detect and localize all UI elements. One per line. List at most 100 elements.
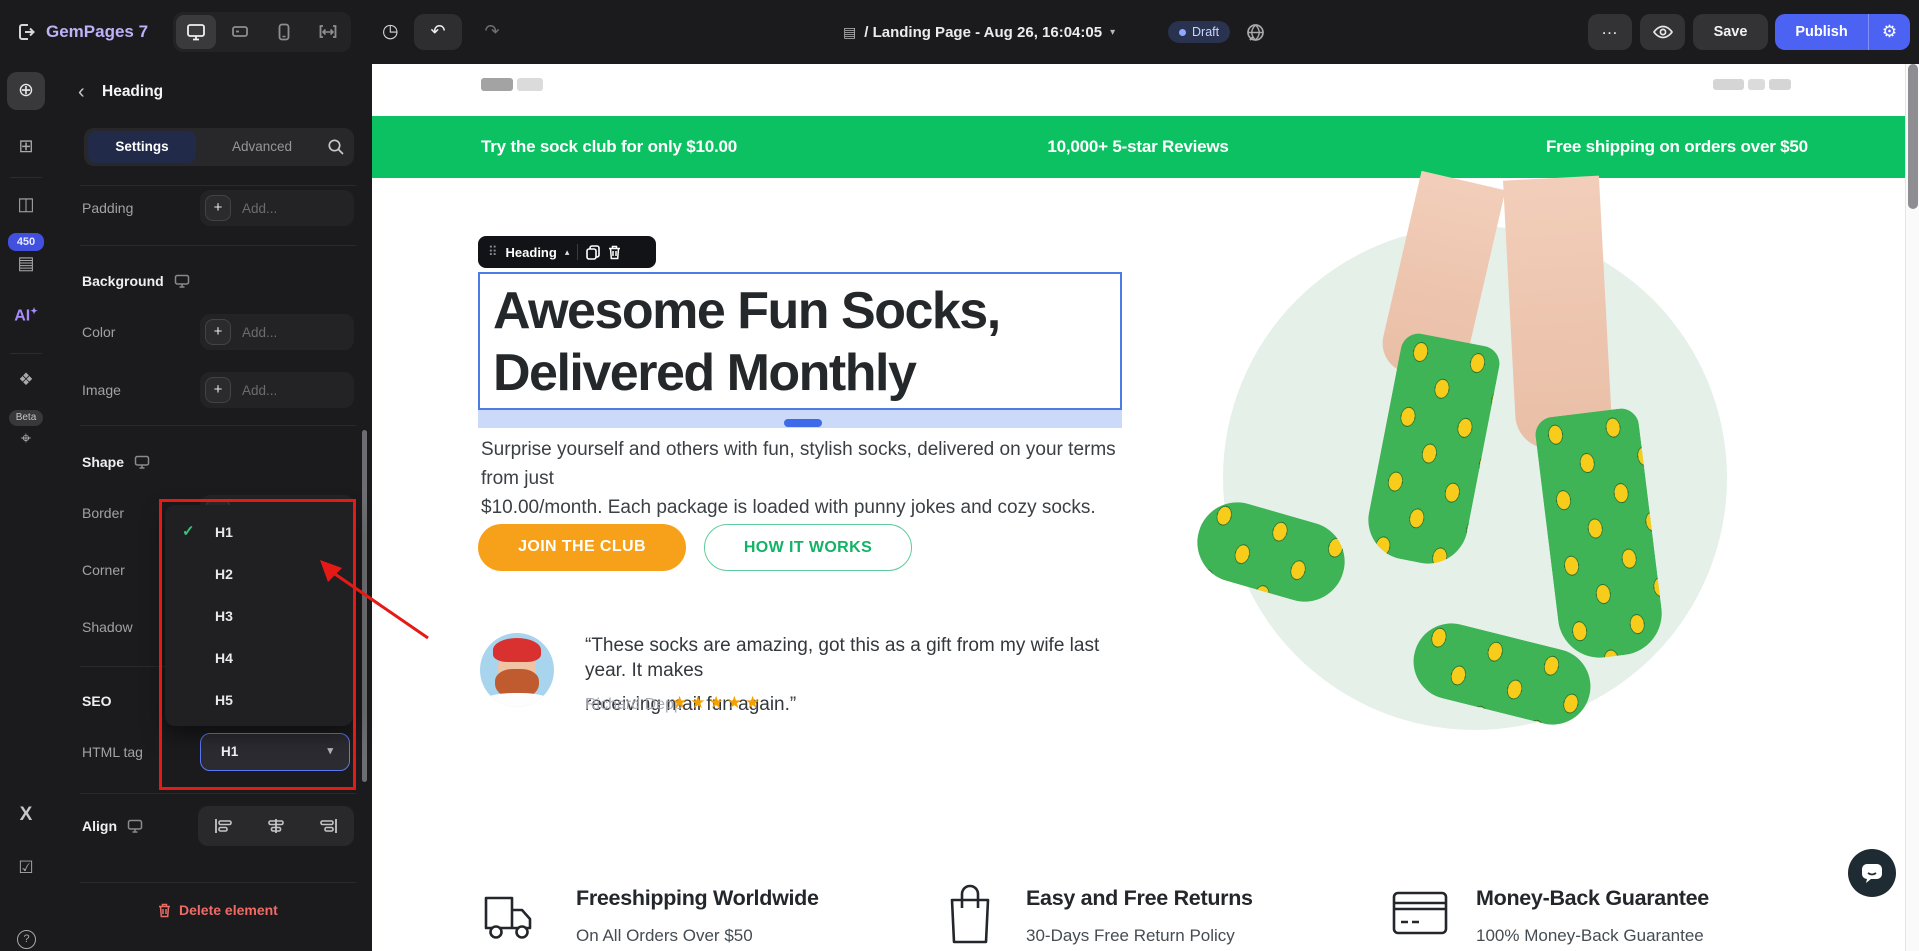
join-club-button[interactable]: JOIN THE CLUB: [478, 524, 686, 571]
status-badge: Draft: [1168, 21, 1231, 43]
section-divider: [80, 793, 356, 794]
selected-heading-element[interactable]: Awesome Fun Socks, Delivered Monthly: [478, 272, 1122, 410]
star-rating: ★★★★★: [672, 693, 764, 712]
trash-icon[interactable]: [608, 245, 621, 260]
canvas-scrollbar-thumb[interactable]: [1908, 64, 1918, 209]
plus-icon[interactable]: +: [205, 377, 231, 403]
plus-icon[interactable]: +: [205, 195, 231, 221]
hero-paragraph-line1: Surprise yourself and others with fun, s…: [481, 439, 1116, 489]
banner-text-right: Free shipping on orders over $50: [1546, 137, 1808, 156]
border-label: Border: [82, 505, 125, 521]
page-switcher[interactable]: ▤ / Landing Page - Aug 26, 16:04:05 ▾: [843, 0, 1115, 64]
interaction-picker-icon[interactable]: ⌖: [0, 428, 52, 449]
image-add-control[interactable]: + Add...: [200, 372, 354, 408]
current-page-title: / Landing Page - Aug 26, 16:04:05: [864, 23, 1103, 41]
how-it-works-button[interactable]: HOW IT WORKS: [704, 524, 912, 571]
element-toolbar[interactable]: ⠿ Heading ▴: [478, 236, 656, 268]
more-options-button[interactable]: …: [1588, 14, 1632, 50]
add-placeholder: Add...: [242, 382, 278, 398]
publish-settings-gear-icon[interactable]: ⚙: [1868, 14, 1910, 50]
tab-settings[interactable]: Settings: [88, 131, 196, 163]
canvas-scrollbar[interactable]: [1905, 64, 1919, 951]
shape-header-label: Shape: [82, 454, 125, 470]
feature-title: Money-Back Guarantee: [1476, 886, 1709, 910]
device-responsive-button[interactable]: [308, 15, 348, 49]
device-desktop-button[interactable]: [176, 15, 216, 49]
banner-text-left: Try the sock club for only $10.00: [481, 137, 738, 156]
exit-editor-icon[interactable]: [16, 22, 36, 42]
add-element-button[interactable]: ⊕: [7, 72, 45, 110]
section-divider: [80, 882, 356, 883]
layers-icon[interactable]: ❖: [0, 370, 52, 390]
header-placeholder-bar: [517, 78, 543, 91]
back-chevron-icon[interactable]: ‹: [78, 81, 85, 104]
device-mobile-button[interactable]: [264, 15, 304, 49]
theme-sections-icon[interactable]: ◫: [0, 194, 52, 215]
quote-line1: “These socks are amazing, got this as a …: [585, 635, 1100, 681]
align-left-icon[interactable]: [214, 818, 234, 834]
padding-add-control[interactable]: + Add...: [200, 190, 354, 226]
device-laptop-button[interactable]: [220, 15, 260, 49]
templates-icon[interactable]: ▤: [0, 253, 52, 274]
align-center-icon[interactable]: [266, 818, 286, 834]
color-label: Color: [82, 324, 116, 340]
align-right-icon[interactable]: [318, 818, 338, 834]
search-icon[interactable]: [327, 138, 345, 156]
avatar-shirt: [483, 693, 551, 707]
section-divider: [80, 245, 356, 246]
spacing-drag-handle[interactable]: [784, 419, 822, 427]
version-history-icon[interactable]: ◷: [382, 0, 399, 64]
shadow-label: Shadow: [82, 619, 133, 635]
shape-header: Shape: [82, 454, 150, 470]
undo-button[interactable]: ↶: [414, 14, 462, 50]
add-placeholder: Add...: [242, 200, 278, 216]
device-scope-icon: [174, 274, 189, 288]
redo-button[interactable]: ↷: [468, 14, 516, 50]
header-placeholder-bar: [481, 78, 513, 91]
chat-widget-button[interactable]: [1848, 849, 1896, 897]
feature-subtitle: 30-Days Free Return Policy: [1026, 926, 1235, 945]
annotation-red-rectangle: [159, 499, 356, 790]
add-placeholder: Add...: [242, 324, 278, 340]
feature-title: Freeshipping Worldwide: [576, 886, 819, 910]
preview-button[interactable]: [1640, 14, 1685, 50]
rail-divider: [10, 353, 42, 354]
plus-icon[interactable]: +: [205, 319, 231, 345]
feature-subtitle: 100% Money-Back Guarantee: [1476, 926, 1704, 945]
sections-library-icon[interactable]: ⊞: [0, 136, 52, 157]
page-canvas[interactable]: Try the sock club for only $10.00 10,000…: [372, 64, 1905, 951]
duplicate-icon[interactable]: [586, 244, 601, 260]
checklist-icon[interactable]: ☑: [0, 858, 52, 878]
save-button[interactable]: Save: [1693, 14, 1768, 50]
page-icon: ▤: [843, 23, 857, 40]
color-add-control[interactable]: + Add...: [200, 314, 354, 350]
hero-heading[interactable]: Awesome Fun Socks, Delivered Monthly: [480, 274, 1120, 404]
align-segmented-control: [198, 806, 354, 846]
ai-assistant-button[interactable]: AI✦: [0, 306, 52, 325]
drag-handle-icon[interactable]: ⠿: [488, 244, 498, 260]
header-placeholder-bar: [1713, 79, 1744, 90]
tab-advanced[interactable]: Advanced: [202, 131, 322, 163]
hero-heading-line2: Delivered Monthly: [493, 344, 917, 402]
globe-icon[interactable]: [1246, 23, 1265, 42]
help-icon[interactable]: ?: [17, 930, 36, 949]
align-header-label: Align: [82, 818, 117, 834]
editor-topbar: GemPages 7 ◷ ↶ ↷ ▤ / Landing Page - Aug …: [0, 0, 1919, 64]
device-switcher: [173, 12, 351, 52]
delete-element-label: Delete element: [179, 902, 278, 918]
x-integration-icon[interactable]: X: [0, 804, 52, 826]
element-toolbar-label: Heading: [505, 244, 557, 260]
trash-icon: [159, 903, 170, 917]
credit-card-icon: [1392, 890, 1450, 936]
delete-element-button[interactable]: Delete element: [158, 902, 278, 918]
hero-paragraph[interactable]: Surprise yourself and others with fun, s…: [481, 435, 1141, 522]
app-logo[interactable]: GemPages 7: [46, 0, 148, 64]
bag-icon: [946, 882, 994, 946]
corner-label: Corner: [82, 562, 125, 578]
publish-split-button: Publish ⚙: [1775, 14, 1910, 50]
caret-up-icon[interactable]: ▴: [565, 247, 570, 258]
beta-badge: Beta: [9, 410, 43, 426]
left-icon-rail: ⊕ ⊞ ◫ 450 ▤ AI✦ ❖ Beta ⌖ X ☑ ?: [0, 64, 52, 951]
header-placeholder-bar: [1748, 79, 1765, 90]
publish-button[interactable]: Publish: [1775, 14, 1868, 50]
